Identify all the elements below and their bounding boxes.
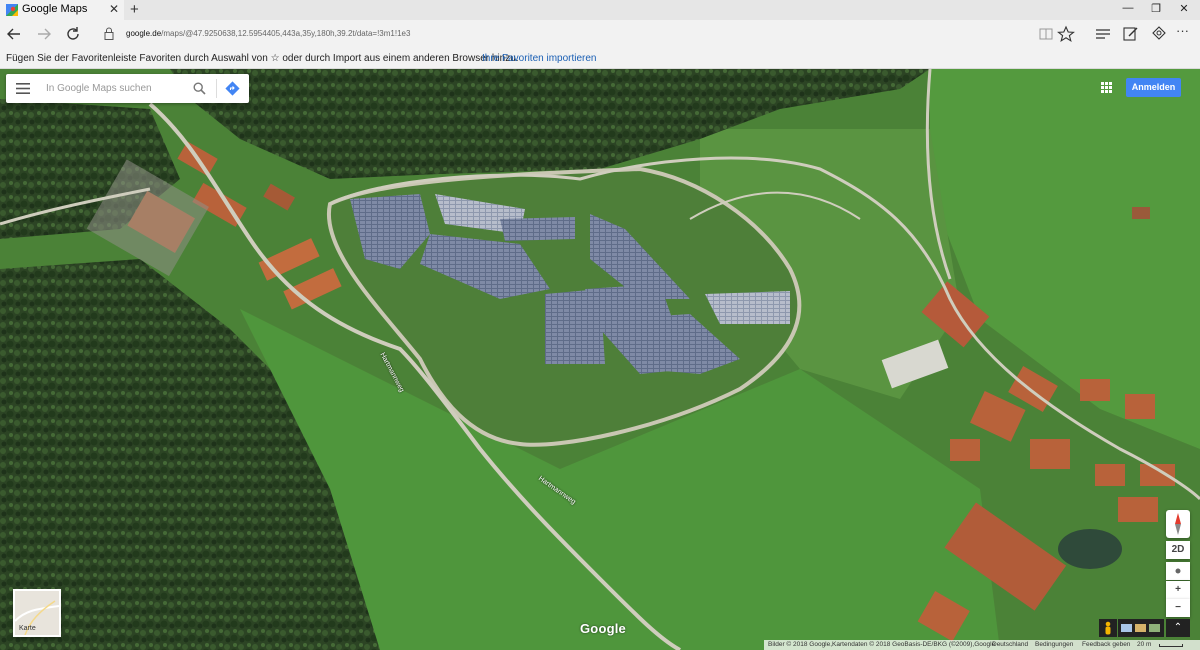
reading-view-icon[interactable] [1036, 25, 1056, 43]
url-field[interactable]: google.de/maps/@47.9250638,12.5954405,44… [126, 29, 410, 38]
web-note-icon[interactable] [1121, 25, 1141, 43]
url-host: google.de [126, 29, 162, 38]
tab-close-icon[interactable]: ✕ [109, 2, 119, 16]
back-arrow-icon[interactable] [5, 25, 23, 43]
compass-icon [1175, 513, 1181, 535]
more-icon[interactable]: ··· [1176, 23, 1196, 41]
satellite-map[interactable]: Hartmannweg Hartmannweg [0, 69, 1200, 650]
refresh-icon[interactable] [64, 25, 82, 43]
restore-button[interactable]: ❐ [1146, 2, 1166, 15]
lock-icon [104, 27, 114, 40]
zoom-out-button[interactable]: − [1166, 599, 1190, 617]
sign-in-button[interactable]: Anmelden [1126, 78, 1181, 97]
google-maps-favicon-icon [6, 4, 18, 16]
new-tab-button[interactable]: + [130, 1, 139, 18]
apps-grid-icon[interactable] [1101, 82, 1112, 93]
share-icon[interactable] [1149, 25, 1169, 43]
directions-icon[interactable] [225, 81, 240, 96]
search-box [6, 74, 249, 103]
map-footer: Bilder © 2018 Google,Kartendaten © 2018 … [764, 640, 1200, 650]
title-bar: Google Maps ✕ + — ❐ ✕ [0, 0, 1200, 20]
search-icon[interactable] [193, 82, 206, 95]
pegman-icon [1105, 621, 1111, 635]
imagery-thumbnail-icon [1121, 624, 1160, 632]
import-favorites-link[interactable]: Ihre Favoriten importieren [482, 53, 597, 64]
2d-toggle-button[interactable]: 2D [1166, 541, 1190, 559]
forward-arrow-icon[interactable] [35, 25, 53, 43]
location-icon [1175, 568, 1181, 574]
layer-label: Karte [19, 625, 36, 632]
minimize-button[interactable]: — [1118, 2, 1138, 14]
menu-icon[interactable] [16, 83, 30, 94]
hub-icon[interactable] [1093, 25, 1113, 43]
imagery-attribution: Bilder © 2018 Google,Kartendaten © 2018 … [768, 641, 996, 648]
satellite-imagery [0, 69, 1200, 650]
compass-button[interactable] [1166, 510, 1190, 538]
favorite-star-icon[interactable] [1056, 25, 1076, 43]
favorites-bar: Fügen Sie der Favoritenleiste Favoriten … [0, 48, 1200, 69]
map-layer-switcher[interactable]: Karte [13, 589, 61, 637]
favorites-prompt: Fügen Sie der Favoritenleiste Favoriten … [6, 53, 519, 64]
tab-google-maps[interactable]: Google Maps ✕ [0, 0, 124, 20]
search-input[interactable] [44, 82, 188, 95]
imagery-thumbnails[interactable] [1118, 619, 1164, 637]
pegman-button[interactable] [1099, 619, 1117, 637]
google-logo: Google [580, 621, 626, 636]
scale-label: 20 m [1137, 641, 1152, 648]
terms-link[interactable]: Bedingungen [1035, 640, 1073, 650]
feedback-link[interactable]: Feedback geben [1082, 640, 1130, 650]
divider [216, 79, 217, 98]
close-window-button[interactable]: ✕ [1174, 2, 1194, 15]
expand-button[interactable]: ⌃ [1166, 619, 1190, 637]
tab-title: Google Maps [22, 3, 88, 15]
scale-bar [1159, 644, 1183, 647]
my-location-button[interactable] [1166, 562, 1190, 580]
country-link[interactable]: Deutschland [992, 640, 1028, 650]
address-bar: google.de/maps/@47.9250638,12.5954405,44… [0, 20, 1200, 48]
zoom-in-button[interactable]: + [1166, 581, 1190, 599]
url-path: /maps/@47.9250638,12.5954405,443a,35y,18… [161, 29, 411, 38]
